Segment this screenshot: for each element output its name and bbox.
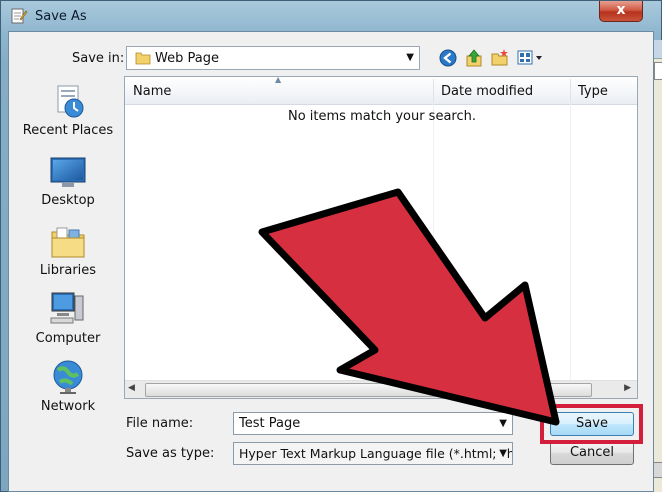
computer-icon <box>50 292 84 324</box>
place-label: Computer <box>35 331 101 346</box>
sort-ascending-icon: ▲ <box>275 75 282 84</box>
place-network[interactable]: Network <box>18 358 118 414</box>
view-menu-icon[interactable] <box>516 48 544 68</box>
save-as-type-label: Save as type: <box>126 446 215 461</box>
up-folder-icon[interactable] <box>464 48 484 68</box>
file-name-value: Test Page <box>239 416 301 431</box>
scroll-right-icon[interactable]: ▶ <box>624 383 631 393</box>
place-computer[interactable]: Computer <box>18 290 118 346</box>
chevron-down-icon: ▼ <box>406 52 414 63</box>
place-label: Desktop <box>41 193 95 208</box>
scroll-left-icon[interactable]: ◀ <box>128 383 135 393</box>
column-header-type[interactable]: Type <box>578 84 608 99</box>
cancel-button[interactable]: Cancel <box>550 441 634 465</box>
place-label: Network <box>40 399 96 414</box>
file-name-label: File name: <box>126 416 194 431</box>
horizontal-scrollbar[interactable]: ◀ ▶ <box>125 380 637 398</box>
save-in-label: Save in: <box>72 51 125 66</box>
chevron-down-icon[interactable]: ▼ <box>499 418 507 429</box>
empty-message: No items match your search. <box>287 109 476 124</box>
file-name-input[interactable]: Test Page ▼ <box>233 412 513 435</box>
window-title: Save As <box>35 9 87 24</box>
file-list[interactable]: ▲ Name Date modified Type No items match… <box>124 75 638 399</box>
column-header-name[interactable]: Name <box>133 84 171 99</box>
back-icon[interactable] <box>438 48 458 68</box>
place-label: Libraries <box>39 263 97 278</box>
column-header-row: ▲ Name Date modified Type <box>125 75 637 105</box>
network-icon <box>53 360 83 394</box>
new-folder-icon[interactable] <box>490 48 510 68</box>
folder-icon <box>135 52 151 65</box>
place-desktop[interactable]: Desktop <box>18 156 118 208</box>
places-bar: Recent Places Desktop Libraries Computer <box>18 76 118 416</box>
libraries-icon <box>51 227 85 258</box>
save-in-dropdown[interactable]: Web Page ▼ <box>126 46 420 70</box>
chevron-down-icon[interactable]: ▼ <box>496 448 507 459</box>
save-as-type-value: Hyper Text Markup Language file (*.html;… <box>239 446 513 461</box>
place-recent-places[interactable]: Recent Places <box>18 84 118 138</box>
save-button-highlight <box>540 404 643 444</box>
document-icon <box>11 8 28 24</box>
scrollbar-thumb[interactable] <box>145 383 592 397</box>
recent-places-icon <box>57 85 84 118</box>
save-as-type-dropdown[interactable]: Hyper Text Markup Language file (*.html;… <box>233 442 513 465</box>
place-label: Recent Places <box>22 123 114 138</box>
close-button[interactable]: x <box>599 1 643 22</box>
save-in-value: Web Page <box>155 51 219 66</box>
column-header-date-modified[interactable]: Date modified <box>441 84 533 99</box>
desktop-icon <box>50 157 86 187</box>
place-libraries[interactable]: Libraries <box>18 224 118 278</box>
